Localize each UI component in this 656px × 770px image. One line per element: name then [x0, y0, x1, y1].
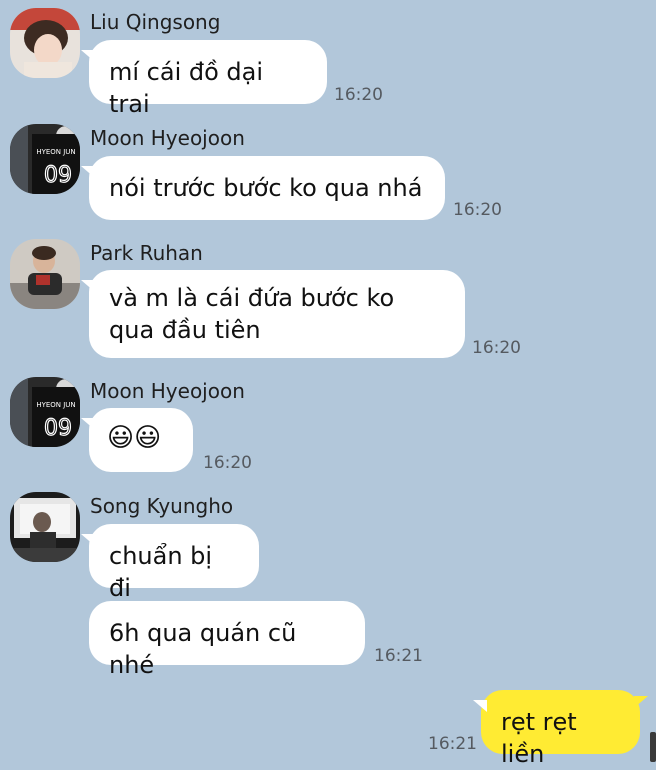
- message-text-line: và m là cái đứa bước ko: [109, 284, 395, 312]
- avatar-moon-hyeojoon[interactable]: HYEON JUN 09: [10, 124, 80, 194]
- avatar-moon-hyeojoon[interactable]: HYEON JUN 09: [10, 377, 80, 447]
- message-text: nói trước bước ko qua nhá: [109, 174, 423, 202]
- svg-text:09: 09: [44, 163, 72, 188]
- sender-name: Song Kyungho: [90, 494, 234, 518]
- avatar-liu-qingsong[interactable]: [10, 8, 80, 78]
- message-bubble[interactable]: 6h qua quán cũ nhé: [89, 601, 365, 679]
- avatar-song-kyungho[interactable]: [10, 492, 80, 562]
- svg-text:HYEON JUN: HYEON JUN: [36, 148, 75, 156]
- message-text: 6h qua quán cũ nhé: [109, 619, 297, 679]
- profile-photo-icon: [10, 492, 80, 562]
- svg-text:HYEON JUN: HYEON JUN: [36, 401, 75, 409]
- profile-photo-icon: [10, 8, 80, 78]
- message-bubble[interactable]: mí cái đồ dại trai: [81, 40, 327, 118]
- svg-text:09: 09: [44, 416, 72, 441]
- sender-name: Park Ruhan: [90, 241, 203, 265]
- avatar-park-ruhan[interactable]: [10, 239, 80, 309]
- message-text: mí cái đồ dại trai: [109, 58, 264, 118]
- sender-name: Moon Hyeojoon: [90, 379, 245, 403]
- message-bubble[interactable]: nói trước bước ko qua nhá: [81, 156, 445, 220]
- message-text: chuẩn bị đi: [109, 542, 213, 602]
- message-timestamp: 16:20: [334, 85, 383, 105]
- message-timestamp: 16:20: [203, 453, 252, 473]
- jersey-09-icon: HYEON JUN 09: [10, 124, 80, 194]
- message-bubble[interactable]: 😃😃: [81, 408, 193, 472]
- message-text-line: qua đầu tiên: [109, 316, 261, 344]
- message-bubble[interactable]: chuẩn bị đi: [81, 524, 259, 602]
- sender-name: Moon Hyeojoon: [90, 126, 245, 150]
- my-message-bubble[interactable]: rẹt rẹt liền: [473, 690, 648, 768]
- message-timestamp: 16:21: [428, 734, 477, 754]
- message-timestamp: 16:21: [374, 646, 423, 666]
- profile-photo-icon: [10, 239, 80, 309]
- message-text: rẹt rẹt liền: [501, 708, 577, 768]
- message-timestamp: 16:20: [453, 200, 502, 220]
- smiley-emoji-icon: 😃😃: [107, 423, 162, 453]
- jersey-09-icon: HYEON JUN 09: [10, 377, 80, 447]
- message-timestamp: 16:20: [472, 338, 521, 358]
- message-bubble[interactable]: và m là cái đứa bước ko qua đầu tiên: [81, 270, 465, 358]
- scrollbar[interactable]: [650, 732, 656, 762]
- sender-name: Liu Qingsong: [90, 10, 221, 34]
